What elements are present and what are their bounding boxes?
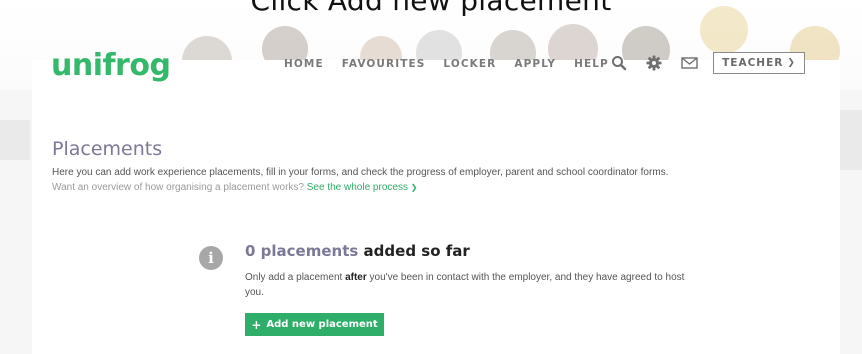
note-bold: after <box>345 272 367 283</box>
main-nav: HOME FAVOURITES LOCKER APPLY HELP <box>284 58 627 70</box>
main-panel <box>32 60 840 354</box>
overview-prefix: Want an overview of how organising a pla… <box>52 182 304 193</box>
see-whole-process-link[interactable]: See the whole process ❯ <box>307 182 418 193</box>
page-title: Placements <box>52 138 163 160</box>
chevron-right-icon: ❯ <box>410 183 418 192</box>
placements-count-heading: 0 placements added so far <box>245 242 470 260</box>
background-decoration <box>838 110 862 170</box>
instruction-caption: Click Add new placement <box>250 0 612 17</box>
placement-note: Only add a placement after you've been i… <box>245 270 685 300</box>
unifrog-logo[interactable]: unifrog <box>51 48 171 83</box>
nav-help[interactable]: HELP <box>574 58 609 70</box>
placements-count: 0 placements <box>245 242 359 260</box>
info-icon: i <box>199 246 223 270</box>
see-whole-process-label: See the whole process <box>306 182 408 193</box>
nav-locker[interactable]: LOCKER <box>443 58 496 70</box>
placements-count-suffix: added so far <box>363 242 470 260</box>
nav-favourites[interactable]: FAVOURITES <box>342 58 426 70</box>
teacher-account-button[interactable]: TEACHER ❯ <box>713 52 805 74</box>
mail-icon[interactable] <box>681 55 698 71</box>
teacher-account-label: TEACHER <box>722 57 784 69</box>
add-new-placement-button[interactable]: + Add new placement <box>245 313 384 336</box>
plus-icon: + <box>251 317 262 332</box>
note-before: Only add a placement <box>245 272 343 283</box>
overview-line: Want an overview of how organising a pla… <box>52 182 417 193</box>
gear-icon[interactable] <box>646 55 662 71</box>
add-new-placement-label: Add new placement <box>266 319 378 330</box>
page-intro: Here you can add work experience placeme… <box>52 167 669 178</box>
search-icon[interactable] <box>611 55 627 71</box>
nav-apply[interactable]: APPLY <box>514 58 556 70</box>
chevron-right-icon: ❯ <box>787 58 796 68</box>
background-decoration <box>0 120 30 160</box>
nav-home[interactable]: HOME <box>284 58 324 70</box>
